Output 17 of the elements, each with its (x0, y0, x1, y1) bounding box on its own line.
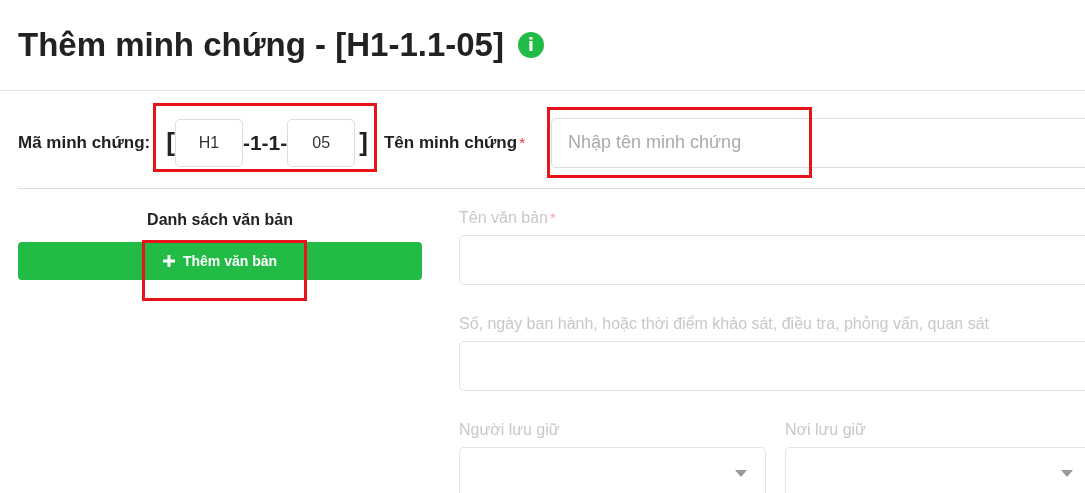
code-separator: -1-1- (242, 130, 288, 155)
section-title: Danh sách văn bản (147, 211, 293, 229)
plus-icon (162, 255, 175, 267)
required-mark: * (519, 134, 525, 151)
select-field[interactable] (785, 447, 1085, 493)
name-label: Tên minh chứng (383, 132, 518, 153)
number-field[interactable]: 05 (287, 118, 356, 167)
required-mark: * (549, 209, 556, 226)
name-field[interactable]: Nhập tên minh chứng (551, 117, 1085, 168)
page-title: Thêm minh chứng - [H1-1.1-05] (18, 26, 504, 64)
prefix-field[interactable]: H1 (174, 118, 243, 167)
select-field[interactable] (459, 447, 766, 493)
bracket: [ (166, 127, 175, 158)
code-label: Mã minh chứng: (18, 132, 151, 153)
caret-icon (1061, 469, 1073, 477)
bracket: ] (359, 127, 368, 158)
caret-icon (735, 469, 747, 477)
